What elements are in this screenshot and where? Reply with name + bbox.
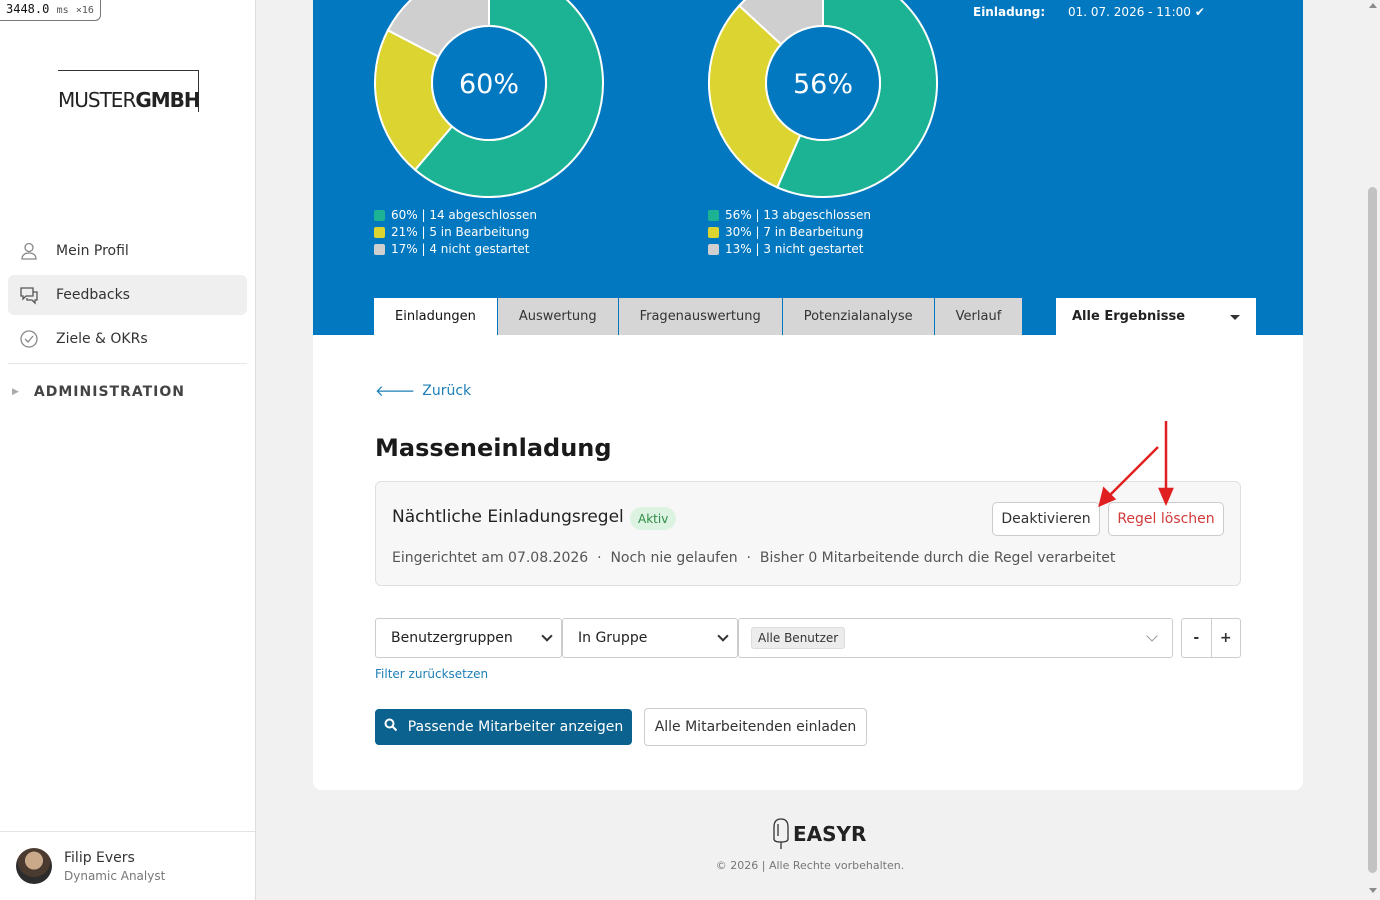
invite-all-button[interactable]: Alle Mitarbeitenden einladen	[644, 708, 867, 746]
footer-brand: EASYR	[793, 822, 867, 846]
sidebar-item-label: Mein Profil	[56, 243, 129, 259]
chevron-down-icon	[1146, 630, 1158, 642]
delete-rule-button[interactable]: Regel löschen	[1108, 502, 1224, 536]
footer-logo: EASYR	[772, 818, 866, 850]
donut-center-label: 56%	[793, 69, 853, 100]
arrow-left-icon: 🡐	[375, 382, 416, 400]
chevron-down-icon	[541, 630, 553, 642]
legend-label: 17% | 4 nicht gestartet	[391, 242, 530, 256]
sidebar-item-feedbacks[interactable]: Feedbacks	[8, 275, 247, 315]
tab-auswertung[interactable]: Auswertung	[497, 298, 619, 335]
filter-field-select[interactable]: Benutzergruppen	[375, 618, 562, 658]
donut-legend-2: 56% | 13 abgeschlossen 30% | 7 in Bearbe…	[708, 207, 871, 258]
chevron-down-icon	[717, 630, 729, 642]
results-filter-select[interactable]: Alle Ergebnisse	[1056, 298, 1256, 335]
legend-swatch	[374, 227, 385, 238]
tab-einladungen[interactable]: Einladungen	[374, 298, 498, 335]
legend-label: 60% | 14 abgeschlossen	[391, 208, 538, 222]
expand-triangle-icon: ▶	[12, 387, 20, 397]
scrollbar-thumb[interactable]	[1368, 187, 1377, 873]
filter-value-multiselect[interactable]: Alle Benutzer	[738, 618, 1173, 658]
button-label: Passende Mitarbeiter anzeigen	[407, 719, 624, 735]
legend-label: 30% | 7 in Bearbeitung	[725, 225, 864, 239]
scroll-down-arrow-icon[interactable]	[1369, 888, 1377, 893]
invitation-date: 01. 07. 2026 - 11:00	[1068, 5, 1191, 19]
sidebar-item-goals[interactable]: Ziele & OKRs	[8, 319, 247, 359]
filter-operator-value: In Gruppe	[578, 630, 648, 646]
page-scrollbar[interactable]	[1365, 0, 1380, 900]
invitation-info: Einladung: 01. 07. 2026 - 11:00 ✔	[973, 5, 1205, 19]
donut-legend-1: 60% | 14 abgeschlossen 21% | 5 in Bearbe…	[374, 207, 537, 258]
sidebar: MUSTERGMBH Mein Profil Feedbacks Ziele &…	[0, 0, 256, 900]
donut-chart-completed: 56%	[708, 0, 938, 198]
sidebar-item-profile[interactable]: Mein Profil	[8, 231, 247, 271]
legend-item: 30% | 7 in Bearbeitung	[708, 224, 871, 241]
rule-meta-info: Eingerichtet am 07.08.2026 · Noch nie ge…	[392, 550, 1116, 566]
back-link-label: Zurück	[422, 382, 472, 399]
easyr-logo-icon	[773, 818, 789, 849]
filter-field-value: Benutzergruppen	[391, 630, 513, 646]
search-icon	[384, 718, 398, 736]
sidebar-section-label: ADMINISTRATION	[33, 384, 185, 400]
legend-swatch	[374, 210, 385, 221]
filter-row-controls: - +	[1181, 618, 1241, 658]
legend-item: 56% | 13 abgeschlossen	[708, 207, 871, 224]
tab-fragenauswertung[interactable]: Fragenauswertung	[618, 298, 783, 335]
company-logo[interactable]: MUSTERGMBH	[58, 70, 201, 112]
reset-filter-link[interactable]: Filter zurücksetzen	[375, 667, 488, 681]
checkmark-icon: ✔	[1194, 5, 1205, 19]
legend-swatch	[374, 244, 385, 255]
sidebar-item-label: Ziele & OKRs	[56, 331, 148, 347]
results-filter-value: Alle Ergebnisse	[1072, 309, 1186, 324]
selected-chip[interactable]: Alle Benutzer	[751, 627, 846, 649]
user-icon	[18, 240, 40, 262]
debug-timer-mult: ×16	[75, 5, 94, 16]
rule-title: Nächtliche Einladungsregel	[392, 507, 624, 527]
page-title: Masseneinladung	[375, 434, 612, 462]
deactivate-button[interactable]: Deaktivieren	[992, 502, 1100, 536]
legend-item: 21% | 5 in Bearbeitung	[374, 224, 537, 241]
donut-chart-invited: 60%	[374, 0, 604, 198]
footer-copyright: © 2026 | Alle Rechte vorbehalten.	[715, 859, 905, 872]
legend-item: 17% | 4 nicht gestartet	[374, 241, 537, 258]
caret-down-icon	[1230, 315, 1240, 320]
legend-label: 56% | 13 abgeschlossen	[725, 208, 872, 222]
tab-verlauf[interactable]: Verlauf	[934, 298, 1024, 335]
donut-center-label: 60%	[459, 69, 519, 100]
debug-timer-badge: 3448.0 ms ×16	[0, 0, 101, 21]
remove-filter-button[interactable]: -	[1182, 619, 1211, 657]
back-link[interactable]: 🡐 Zurück	[375, 381, 471, 400]
debug-timer-value: 3448.0	[6, 2, 50, 16]
legend-label: 21% | 5 in Bearbeitung	[391, 225, 530, 239]
legend-item: 60% | 14 abgeschlossen	[374, 207, 537, 224]
status-badge: Aktiv	[630, 507, 677, 530]
debug-timer-unit: ms	[56, 5, 69, 16]
logo-text-light: MUSTER	[58, 88, 136, 112]
sidebar-section-administration[interactable]: ▶ ADMINISTRATION	[12, 384, 185, 400]
check-circle-icon	[18, 328, 40, 350]
filter-operator-select[interactable]: In Gruppe	[562, 618, 738, 658]
legend-swatch	[708, 227, 719, 238]
scroll-up-arrow-icon[interactable]	[1369, 3, 1377, 8]
legend-label: 13% | 3 nicht gestartet	[725, 242, 864, 256]
legend-item: 13% | 3 nicht gestartet	[708, 241, 871, 258]
legend-swatch	[708, 210, 719, 221]
sidebar-item-label: Feedbacks	[56, 287, 130, 303]
invitation-label: Einladung:	[973, 5, 1046, 19]
legend-swatch	[708, 244, 719, 255]
results-tabs: Einladungen Auswertung Fragenauswertung …	[374, 298, 1024, 335]
show-matching-employees-button[interactable]: Passende Mitarbeiter anzeigen	[375, 709, 632, 745]
tab-potenzialanalyse[interactable]: Potenzialanalyse	[782, 298, 935, 335]
sidebar-divider	[8, 363, 247, 364]
logo-text-bold: GMBH	[135, 88, 200, 112]
add-filter-button[interactable]: +	[1210, 619, 1241, 657]
chat-bubbles-icon	[18, 284, 40, 306]
